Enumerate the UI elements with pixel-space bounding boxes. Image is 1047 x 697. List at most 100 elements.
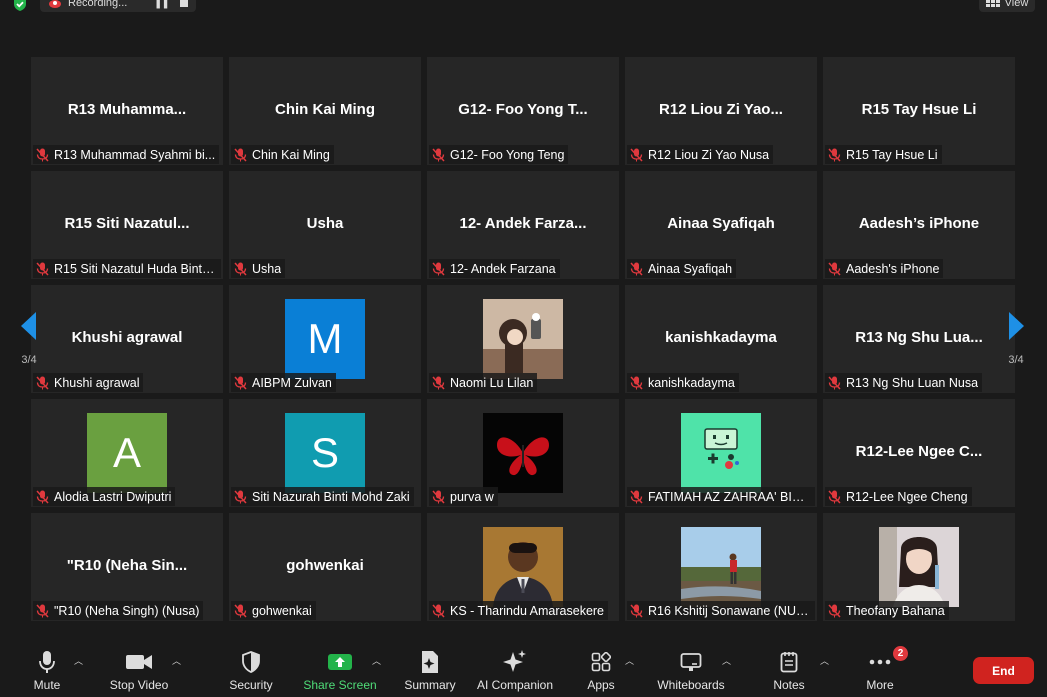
participant-display-name: Ainaa Syafiqah [667, 215, 775, 232]
participant-avatar: A [87, 413, 167, 493]
participant-name-label: R12 Liou Zi Yao Nusa [627, 145, 774, 164]
participant-name-label: Siti Nazurah Binti Mohd Zaki [231, 487, 414, 506]
apps-button[interactable]: Apps [584, 648, 618, 694]
apps-options-chevron-up-icon[interactable]: ︿ [625, 654, 634, 667]
whiteboards-options-chevron-up-icon[interactable]: ︿ [722, 654, 731, 667]
participant-tile[interactable]: FATIMAH AZ ZAHRAA' BINT... [625, 399, 817, 507]
participant-tile[interactable]: purva w [427, 399, 619, 507]
stop-video-button[interactable]: Stop Video [106, 648, 172, 694]
participant-tile[interactable]: Naomi Lu Lilan [427, 285, 619, 393]
participant-tile[interactable]: Theofany Bahana [823, 513, 1015, 621]
participant-display-name: R15 Tay Hsue Li [861, 101, 977, 118]
apps-label: Apps [587, 678, 615, 692]
next-page-button[interactable]: 3/4 [1001, 293, 1031, 385]
participant-tile[interactable]: KS - Tharindu Amarasekere [427, 513, 619, 621]
participant-name-label: FATIMAH AZ ZAHRAA' BINT... [627, 487, 815, 506]
participant-tile[interactable]: R12-Lee Ngee C... R12-Lee Ngee Cheng [823, 399, 1015, 507]
participant-name-text: Khushi agrawal [54, 375, 140, 390]
notes-button[interactable]: Notes [772, 648, 806, 694]
participant-tile[interactable]: Usha Usha [229, 171, 421, 279]
share-options-chevron-up-icon[interactable]: ︿ [372, 654, 381, 667]
participant-display-name: 12- Andek Farza... [459, 215, 587, 232]
participant-name-label: gohwenkai [231, 601, 316, 620]
participant-display-name: R12 Liou Zi Yao... [659, 101, 783, 118]
participant-name-text: R15 Tay Hsue Li [846, 147, 938, 162]
participant-name-label: kanishkadayma [627, 373, 739, 392]
participant-tile[interactable]: R12 Liou Zi Yao... R12 Liou Zi Yao Nusa [625, 57, 817, 165]
participant-tile[interactable]: R15 Siti Nazatul... R15 Siti Nazatul Huda… [31, 171, 223, 279]
whiteboards-button[interactable]: Whiteboards [656, 648, 726, 694]
participant-name-label: KS - Tharindu Amarasekere [429, 601, 609, 620]
participant-display-name: gohwenkai [286, 557, 364, 574]
participant-tile[interactable]: S Siti Nazurah Binti Mohd Zaki [229, 399, 421, 507]
ai-companion-button[interactable]: AI Companion [476, 648, 554, 694]
mute-button[interactable]: Mute [30, 648, 64, 694]
participant-display-name: Chin Kai Ming [275, 101, 375, 118]
participant-name-text: "R10 (Neha Singh) (Nusa) [54, 603, 200, 618]
mute-label: Mute [33, 678, 61, 692]
participant-name-label: R12-Lee Ngee Cheng [825, 487, 972, 506]
participant-tile[interactable]: gohwenkai gohwenkai [229, 513, 421, 621]
participant-tile[interactable]: Ainaa Syafiqah Ainaa Syafiqah [625, 171, 817, 279]
video-camera-icon [126, 655, 152, 669]
participant-avatar: M [285, 299, 365, 379]
participant-tile[interactable]: Khushi agrawal Khushi agrawal [31, 285, 223, 393]
participant-tile[interactable]: G12- Foo Yong T... G12- Foo Yong Teng [427, 57, 619, 165]
participant-display-name: Khushi agrawal [71, 329, 183, 346]
microphone-muted-icon [828, 489, 841, 504]
recording-label: Recording... [68, 0, 128, 9]
stop-video-label: Stop Video [109, 678, 169, 692]
more-dots-icon [869, 659, 891, 665]
top-bar: Recording... ❚❚ View [0, 0, 1047, 14]
participant-tile[interactable]: "R10 (Neha Sin... "R10 (Neha Singh) (Nusa… [31, 513, 223, 621]
shield-check-icon[interactable] [12, 0, 28, 12]
mute-options-chevron-up-icon[interactable]: ︿ [74, 654, 83, 667]
participant-tile[interactable]: R13 Muhamma... R13 Muhammad Syahmi bi... [31, 57, 223, 165]
ai-companion-label: AI Companion [476, 678, 554, 692]
share-screen-button[interactable]: Share Screen [303, 648, 377, 694]
previous-page-button[interactable]: 3/4 [14, 293, 44, 385]
microphone-muted-icon [828, 147, 841, 162]
participant-tile[interactable]: Chin Kai Ming Chin Kai Ming [229, 57, 421, 165]
summary-button[interactable]: Summary [402, 648, 458, 694]
end-meeting-button[interactable]: End [973, 657, 1034, 684]
participant-tile[interactable]: 12- Andek Farza... 12- Andek Farzana [427, 171, 619, 279]
participant-photo [483, 413, 563, 493]
participant-name-label: Aadesh's iPhone [825, 259, 944, 278]
notes-options-chevron-up-icon[interactable]: ︿ [820, 654, 829, 667]
participant-tile[interactable]: kanishkadayma kanishkadayma [625, 285, 817, 393]
microphone-muted-icon [630, 603, 643, 618]
participant-tile[interactable]: M AIBPM Zulvan [229, 285, 421, 393]
page-indicator-left: 3/4 [21, 354, 37, 366]
participant-name-label: AIBPM Zulvan [231, 373, 336, 392]
participant-name-text: Ainaa Syafiqah [648, 261, 733, 276]
participant-display-name: G12- Foo Yong T... [458, 101, 588, 118]
participant-name-label: R13 Ng Shu Luan Nusa [825, 373, 983, 392]
participant-name-text: R12 Liou Zi Yao Nusa [648, 147, 770, 162]
participant-name-text: G12- Foo Yong Teng [450, 147, 565, 162]
participant-avatar: S [285, 413, 365, 493]
recording-indicator[interactable]: Recording... ❚❚ [40, 0, 196, 12]
participant-name-text: R15 Siti Nazatul Huda Binti ... [54, 261, 217, 276]
microphone-muted-icon [432, 261, 445, 276]
grid-view-icon [985, 0, 1000, 7]
participant-tile[interactable]: Aadesh’s iPhone Aadesh's iPhone [823, 171, 1015, 279]
participant-tile[interactable]: A Alodia Lastri Dwiputri [31, 399, 223, 507]
summary-document-sparkle-icon [422, 651, 438, 673]
participant-name-label: "R10 (Neha Singh) (Nusa) [33, 601, 204, 620]
meeting-toolbar: Mute ︿ Stop Video ︿ Security Share Scree… [0, 640, 1047, 697]
participant-tile[interactable]: R13 Ng Shu Lua... R13 Ng Shu Luan Nusa [823, 285, 1015, 393]
view-button[interactable]: View [979, 0, 1035, 12]
video-options-chevron-up-icon[interactable]: ︿ [172, 654, 181, 667]
microphone-muted-icon [234, 261, 247, 276]
security-button[interactable]: Security [226, 648, 276, 694]
stop-recording-icon[interactable] [180, 0, 188, 7]
participant-tile[interactable]: R15 Tay Hsue Li R15 Tay Hsue Li [823, 57, 1015, 165]
pause-recording-icon[interactable]: ❚❚ [154, 0, 170, 9]
participant-display-name: Usha [306, 215, 344, 232]
notes-icon [780, 652, 798, 673]
participant-tile[interactable]: R16 Kshitij Sonawane (NUS... [625, 513, 817, 621]
participant-name-text: Naomi Lu Lilan [450, 375, 534, 390]
participant-name-label: purva w [429, 487, 498, 506]
microphone-muted-icon [630, 147, 643, 162]
